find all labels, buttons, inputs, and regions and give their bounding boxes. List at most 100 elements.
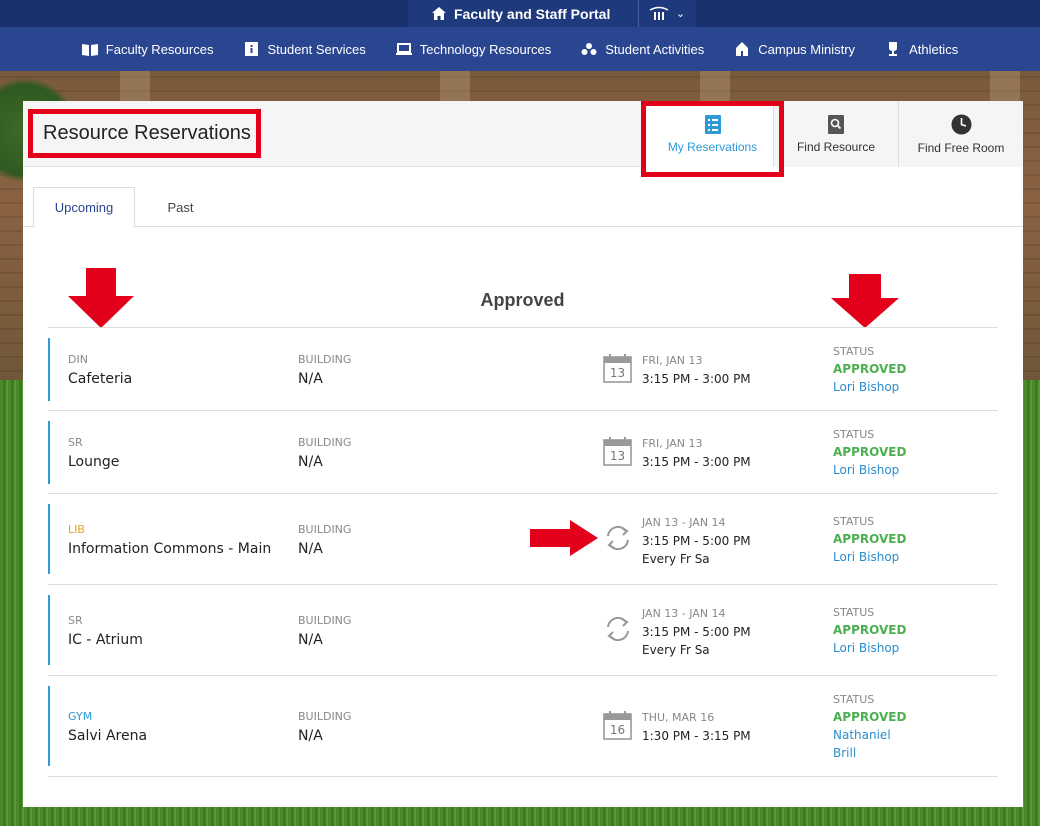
resource-code: DIN bbox=[68, 353, 88, 366]
reservation-time: 3:15 PM - 3:00 PM bbox=[642, 372, 751, 386]
nav-student-services[interactable]: Student Services bbox=[243, 42, 366, 57]
building-value: N/A bbox=[298, 371, 323, 387]
book-icon bbox=[81, 42, 98, 56]
building-label: BUILDING bbox=[298, 614, 352, 627]
building-value: N/A bbox=[298, 632, 323, 648]
reservation-date: JAN 13 - JAN 14 bbox=[642, 516, 726, 529]
page-title: Resource Reservations bbox=[43, 122, 251, 144]
status-badge: APPROVED bbox=[833, 710, 907, 724]
reservation-date: JAN 13 - JAN 14 bbox=[642, 607, 726, 620]
top-bar: Faculty and Staff Portal ⌄ bbox=[0, 0, 1040, 27]
laptop-icon bbox=[395, 42, 412, 56]
reservation-time: 3:15 PM - 3:00 PM bbox=[642, 455, 751, 469]
status-badge: APPROVED bbox=[833, 623, 907, 637]
reservation-row[interactable]: GYM Salvi Arena BUILDING N/A 16 THU, MAR… bbox=[48, 676, 998, 776]
nav-technology-resources[interactable]: Technology Resources bbox=[395, 41, 552, 57]
home-icon bbox=[432, 7, 446, 20]
reservation-row[interactable]: SR Lounge BUILDING N/A 13 FRI, JAN 13 3:… bbox=[48, 411, 998, 494]
building-value: N/A bbox=[298, 454, 323, 470]
calendar-icon: 16 bbox=[603, 711, 632, 740]
status-label: STATUS bbox=[833, 345, 875, 358]
requester-link[interactable]: Nathaniel bbox=[833, 728, 891, 742]
card-header: Resource Reservations My Reservations Fi… bbox=[23, 101, 1023, 167]
status-label: STATUS bbox=[833, 515, 875, 528]
status-label: STATUS bbox=[833, 606, 875, 619]
row-accent-bar bbox=[48, 686, 50, 766]
chevron-down-icon: ⌄ bbox=[675, 7, 686, 20]
nav-student-activities[interactable]: Student Activities bbox=[581, 42, 704, 57]
trophy-icon bbox=[885, 42, 901, 56]
reservation-row[interactable]: LIB Information Commons - Main BUILDING … bbox=[48, 494, 998, 584]
calendar-day: 13 bbox=[610, 449, 625, 463]
tab-label: Upcoming bbox=[54, 200, 114, 215]
status-label: STATUS bbox=[833, 428, 875, 441]
portal-tab: Faculty and Staff Portal ⌄ bbox=[408, 0, 696, 27]
my-reservations-highlight bbox=[641, 101, 784, 177]
resource-name: Lounge bbox=[68, 454, 120, 470]
portal-title: Faculty and Staff Portal bbox=[454, 5, 611, 22]
reservation-row[interactable]: SR IC - Atrium BUILDING N/A JAN 13 - JAN… bbox=[48, 585, 998, 675]
info-icon bbox=[243, 42, 259, 56]
resource-name: Cafeteria bbox=[68, 371, 133, 387]
section-title: Approved bbox=[480, 290, 565, 310]
building-value: N/A bbox=[298, 728, 323, 744]
nav-athletics[interactable]: Athletics bbox=[885, 42, 958, 57]
building-label: BUILDING bbox=[298, 353, 352, 366]
portal-title-link[interactable]: Faculty and Staff Portal bbox=[408, 6, 638, 22]
requester-link[interactable]: Lori Bishop bbox=[833, 380, 899, 394]
reservation-time: 3:15 PM - 5:00 PM bbox=[642, 625, 751, 639]
main-nav: Faculty Resources Student Services Techn… bbox=[0, 27, 1040, 71]
reservation-repeat: Every Fr Sa bbox=[642, 643, 710, 657]
chapel-icon bbox=[734, 42, 750, 56]
nav-label: Athletics bbox=[909, 41, 959, 57]
tab-label: Past bbox=[167, 200, 194, 215]
requester-link[interactable]: Lori Bishop bbox=[833, 641, 899, 655]
building-label: BUILDING bbox=[298, 436, 352, 449]
repeat-icon bbox=[607, 525, 629, 551]
nav-label: Technology Resources bbox=[419, 41, 552, 57]
reservation-row[interactable]: DIN Cafeteria BUILDING N/A 13 FRI, JAN 1… bbox=[48, 328, 998, 411]
find-free-room-button[interactable]: Find Free Room bbox=[899, 101, 1023, 167]
tab-past[interactable]: Past bbox=[143, 187, 218, 228]
reservation-date: THU, MAR 16 bbox=[642, 711, 715, 724]
page-title-highlight: Resource Reservations bbox=[28, 109, 261, 158]
reservations-card: Resource Reservations My Reservations Fi… bbox=[23, 101, 1023, 807]
find-resource-button[interactable]: Find Resource bbox=[774, 101, 898, 167]
row-accent-bar bbox=[48, 338, 50, 401]
portal-switcher[interactable]: ⌄ bbox=[638, 0, 694, 27]
nav-campus-ministry[interactable]: Campus Ministry bbox=[734, 42, 855, 57]
row-divider bbox=[48, 776, 998, 777]
nav-faculty-resources[interactable]: Faculty Resources bbox=[81, 41, 214, 57]
requester-link[interactable]: Lori Bishop bbox=[833, 550, 899, 564]
nav-label: Faculty Resources bbox=[105, 41, 214, 57]
resource-name: Information Commons - Main bbox=[68, 541, 272, 557]
calendar-icon: 13 bbox=[603, 437, 632, 466]
repeat-icon bbox=[607, 616, 629, 642]
reservation-date: FRI, JAN 13 bbox=[642, 354, 703, 367]
building-label: BUILDING bbox=[298, 710, 352, 723]
calendar-icon: 13 bbox=[603, 354, 632, 383]
search-icon bbox=[828, 114, 844, 134]
tab-upcoming[interactable]: Upcoming bbox=[33, 187, 135, 228]
status-badge: APPROVED bbox=[833, 445, 907, 459]
row-accent-bar bbox=[48, 504, 50, 574]
clock-icon bbox=[951, 114, 971, 134]
requester-link[interactable]: Brill bbox=[833, 746, 856, 760]
pillar-logo-icon bbox=[649, 6, 669, 20]
requester-link[interactable]: Lori Bishop bbox=[833, 463, 899, 477]
resource-code: SR bbox=[68, 436, 83, 449]
building-value: N/A bbox=[298, 541, 323, 557]
reservation-date: FRI, JAN 13 bbox=[642, 437, 703, 450]
building-label: BUILDING bbox=[298, 523, 352, 536]
tab-bar: Upcoming Past bbox=[23, 167, 1023, 228]
resource-name: IC - Atrium bbox=[68, 632, 143, 648]
row-accent-bar bbox=[48, 595, 50, 665]
reservation-repeat: Every Fr Sa bbox=[642, 552, 710, 566]
button-label: Find Resource bbox=[796, 139, 876, 154]
reservation-time: 3:15 PM - 5:00 PM bbox=[642, 534, 751, 548]
status-badge: APPROVED bbox=[833, 362, 907, 376]
calendar-day: 16 bbox=[610, 723, 625, 737]
resource-code: SR bbox=[68, 614, 83, 627]
nav-label: Campus Ministry bbox=[758, 41, 856, 57]
button-label: Find Free Room bbox=[917, 140, 1005, 155]
